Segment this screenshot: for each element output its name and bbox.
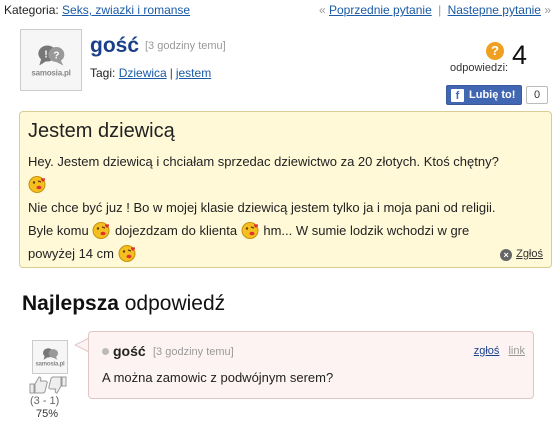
avatar-brand: samosia.pl xyxy=(31,68,71,78)
facebook-icon: f xyxy=(451,89,464,102)
report-answer-link[interactable]: zgłoś xyxy=(474,345,500,357)
question-time: [3 godziny temu] xyxy=(145,40,226,52)
category-breadcrumb: Kategoria: Seks, zwiazki i romanse xyxy=(4,3,190,17)
vote-tally: (3 - 1) xyxy=(30,395,60,407)
question-author-avatar: ? ! samosia.pl xyxy=(20,29,82,91)
top-navigation-bar: Kategoria: Seks, zwiazki i romanse « Pop… xyxy=(4,3,555,19)
question-line: Nie chce być juz ! Bo w mojej klasie dzi… xyxy=(28,200,496,215)
vote-thumbs xyxy=(29,376,67,394)
question-line: dojezdzam do klienta xyxy=(114,223,238,238)
tag-separator: | xyxy=(169,66,173,80)
thumbs-down-icon[interactable] xyxy=(48,376,67,394)
thumbs-up-icon[interactable] xyxy=(29,376,48,394)
answer-author: gość xyxy=(113,343,146,359)
question-line: powyżej 14 cm xyxy=(28,246,114,261)
like-button-label: Lubię to! xyxy=(469,89,516,101)
question-body: Hey. Jestem dziewicą i chciałam sprzedac… xyxy=(28,150,543,265)
best-answer-heading: Najlepsza odpowiedź xyxy=(22,292,225,316)
next-arrow-icon: » xyxy=(544,3,551,17)
best-answer-heading-bold: Najlepsza xyxy=(22,292,119,315)
answer-text: A można zamowic z podwójnym serem? xyxy=(102,370,334,385)
pagination-divider: | xyxy=(438,3,442,17)
vote-percent: 75% xyxy=(36,408,59,420)
answers-count: 4 xyxy=(512,40,528,70)
answers-label: odpowiedzi: xyxy=(450,62,509,74)
answer-author-avatar: samosia.pl xyxy=(32,340,68,374)
facebook-like-button[interactable]: f Lubię to! xyxy=(446,85,522,105)
category-label: Kategoria: xyxy=(4,3,59,17)
report-question-link[interactable]: Zgłoś xyxy=(516,248,543,260)
next-question-link[interactable]: Nastepne pytanie xyxy=(448,3,541,17)
tag-link[interactable]: jestem xyxy=(176,66,211,80)
report-question[interactable]: × Zgłoś xyxy=(500,248,543,261)
speech-bubbles-icon xyxy=(42,348,58,360)
question-line: Byle komu xyxy=(28,223,89,238)
question-line: hm... W sumie lodzik wchodzi w gre xyxy=(263,223,470,238)
question-pagination: « Poprzednie pytanie | Nastepne pytanie … xyxy=(319,3,551,17)
answer-permalink[interactable]: link xyxy=(508,345,525,357)
question-box: Jestem dziewicą Hey. Jestem dziewicą i c… xyxy=(19,111,552,268)
status-dot-icon xyxy=(102,348,109,355)
avatar-brand: samosia.pl xyxy=(35,361,65,368)
question-author: gość xyxy=(90,34,140,57)
question-tags: Tagi: Dziewica | jestem xyxy=(90,66,211,80)
best-answer-box: gość [3 godziny temu] zgłoś link A można… xyxy=(88,331,534,399)
kiss-emoji-icon xyxy=(118,245,136,262)
answers-question-icon: ? xyxy=(486,42,504,60)
category-link[interactable]: Seks, zwiazki i romanse xyxy=(62,3,190,17)
svg-text:!: ! xyxy=(44,50,47,61)
kiss-emoji-icon xyxy=(92,222,110,239)
like-count: 0 xyxy=(526,86,548,104)
kiss-emoji-icon xyxy=(28,176,46,193)
kiss-emoji-icon xyxy=(241,222,259,239)
answer-actions: zgłoś link xyxy=(474,345,525,357)
previous-question-link[interactable]: Poprzednie pytanie xyxy=(329,3,432,17)
answer-time: [3 godziny temu] xyxy=(153,346,234,358)
svg-text:?: ? xyxy=(53,51,59,62)
best-answer-heading-rest: odpowiedź xyxy=(124,292,226,315)
speech-bubbles-icon: ? ! xyxy=(37,45,64,66)
prev-arrow-icon: « xyxy=(318,3,326,17)
tags-label: Tagi: xyxy=(90,66,116,80)
question-title: Jestem dziewicą xyxy=(28,120,175,142)
tag-link[interactable]: Dziewica xyxy=(119,66,167,80)
close-circle-icon: × xyxy=(500,249,513,261)
question-line: Hey. Jestem dziewicą i chciałam sprzedac… xyxy=(28,154,499,169)
